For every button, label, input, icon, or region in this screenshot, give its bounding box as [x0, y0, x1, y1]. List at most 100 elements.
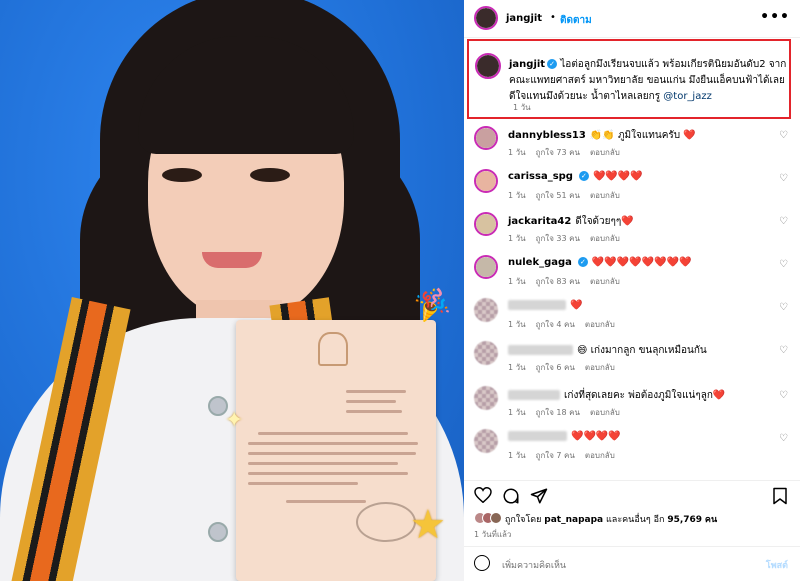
comment-row: nulek_gaga ✓ ❤️❤️❤️❤️❤️❤️❤️❤️ 1 วัน ถูกใจ 83…: [464, 253, 800, 297]
comment-meta: 1 วัน ถูกใจ 33 คน ตอบกลับ: [508, 232, 630, 245]
reply-button[interactable]: ตอบกลับ: [590, 234, 620, 243]
comment-likes[interactable]: ถูกใจ 73 คน: [536, 148, 580, 157]
follow-button[interactable]: ติดตาม: [560, 13, 592, 28]
post-time: 1 วันที่แล้ว: [474, 530, 512, 539]
comment-like-heart-icon[interactable]: ♡: [779, 130, 788, 141]
comment-like-heart-icon[interactable]: ♡: [779, 302, 788, 313]
share-icon[interactable]: [530, 487, 548, 509]
comment-time: 1 วัน: [508, 363, 526, 372]
commenter-avatar[interactable]: [474, 429, 498, 453]
commenter-username[interactable]: jackarita42: [508, 216, 571, 227]
comment-likes[interactable]: ถูกใจ 18 คน: [536, 408, 580, 417]
likers-avatars: [474, 512, 502, 527]
add-comment-bar: เพิ่มความคิดเห็น โพสต์: [464, 546, 800, 581]
commenter-avatar[interactable]: [474, 126, 498, 150]
commenter-username[interactable]: dannybless13: [508, 130, 586, 141]
sparkle-icon: ✦: [225, 408, 244, 433]
comment-row: dannybless13 👏👏 ภูมิใจแทนครับ ❤️ 1 วัน ถูกใ…: [464, 124, 800, 168]
comment-meta: 1 วัน ถูกใจ 51 คน ตอบกลับ: [508, 189, 630, 202]
blurred-username: [508, 345, 573, 355]
commenter-avatar[interactable]: [474, 341, 498, 365]
reply-button[interactable]: ตอบกลับ: [590, 277, 620, 286]
comment-text-line: ❤️❤️❤️❤️: [508, 431, 621, 442]
post-comment-button[interactable]: โพสต์: [766, 558, 788, 572]
comment-likes[interactable]: ถูกใจ 4 คน: [536, 320, 575, 329]
verified-icon: ✓: [578, 171, 589, 181]
star-icon: ★: [410, 502, 446, 548]
comment-time: 1 วัน: [508, 277, 526, 286]
author-avatar[interactable]: [474, 6, 498, 30]
action-bar: [464, 480, 800, 510]
comment-body: เก่งที่สุดเลยคะ พ่อต้องภูมิใจแน่ๆลูก❤️: [564, 390, 726, 401]
comment-row: ❤️ 1 วัน ถูกใจ 4 คน ตอบกลับ ♡: [464, 296, 800, 340]
comment-like-heart-icon[interactable]: ♡: [779, 345, 788, 356]
comment-row: jackarita42 ดีใจด้วยๆๆ❤️ 1 วัน ถูกใจ 33 คน ต…: [464, 210, 800, 254]
comment-like-heart-icon[interactable]: ♡: [779, 259, 788, 270]
commenter-avatar[interactable]: [474, 386, 498, 410]
comment-input[interactable]: เพิ่มความคิดเห็น: [502, 558, 566, 572]
separator-dot: •: [550, 12, 556, 23]
comment-like-heart-icon[interactable]: ♡: [779, 390, 788, 401]
author-username[interactable]: jangjit: [506, 13, 542, 24]
comment-body: ❤️: [570, 300, 583, 311]
comment-meta: 1 วัน ถูกใจ 83 คน ตอบกลับ: [508, 275, 630, 288]
heart-icon[interactable]: [474, 486, 492, 507]
likes-count: 95,769: [667, 515, 703, 525]
comment-like-heart-icon[interactable]: ♡: [779, 216, 788, 227]
reply-button[interactable]: ตอบกลับ: [590, 191, 620, 200]
emoji-icon[interactable]: [474, 555, 490, 571]
comment-row: ❤️❤️❤️❤️ 1 วัน ถูกใจ 7 คน ตอบกลับ ♡: [464, 427, 800, 471]
commenter-username[interactable]: carissa_spg: [508, 171, 573, 182]
commenter-avatar[interactable]: [474, 212, 498, 236]
comment-body: ดีใจด้วยๆๆ❤️: [575, 216, 634, 227]
comment-text-line: 😄 เก่งมากลูก ขนลุกเหมือนกัน: [508, 343, 707, 358]
commenter-avatar[interactable]: [474, 255, 498, 279]
caption-highlight: jangjit ✓ ไอต่อลูกมึงเรียนจบแล้ว พร้อมเกี…: [467, 39, 791, 119]
post-header: jangjit • ติดตาม •••: [464, 0, 800, 38]
comment-text-line: jackarita42 ดีใจด้วยๆๆ❤️: [508, 214, 634, 229]
caption-mention[interactable]: @tor_jazz: [663, 91, 712, 102]
comment-body: ❤️❤️❤️❤️: [571, 431, 621, 442]
comment-row: 😄 เก่งมากลูก ขนลุกเหมือนกัน 1 วัน ถูกใจ 6 …: [464, 339, 800, 383]
comment-time: 1 วัน: [508, 451, 526, 460]
comment-text-line: เก่งที่สุดเลยคะ พ่อต้องภูมิใจแน่ๆลูก❤️: [508, 388, 725, 403]
comment-text-line: nulek_gaga ✓ ❤️❤️❤️❤️❤️❤️❤️❤️: [508, 257, 692, 268]
caption-avatar[interactable]: [475, 53, 501, 79]
commenter-username[interactable]: nulek_gaga: [508, 257, 572, 268]
likes-summary[interactable]: ถูกใจโดย pat_napapa และคนอื่นๆ อีก 95,76…: [474, 512, 717, 527]
comment-likes[interactable]: ถูกใจ 51 คน: [536, 191, 580, 200]
comment-like-heart-icon[interactable]: ♡: [779, 173, 788, 184]
comment-time: 1 วัน: [508, 320, 526, 329]
reply-button[interactable]: ตอบกลับ: [585, 363, 615, 372]
caption-time: 1 วัน: [513, 103, 531, 112]
comment-time: 1 วัน: [508, 408, 526, 417]
bookmark-icon[interactable]: [772, 487, 788, 509]
reply-button[interactable]: ตอบกลับ: [585, 451, 615, 460]
caption-text: jangjit ✓ ไอต่อลูกมึงเรียนจบแล้ว พร้อมเกี…: [509, 57, 787, 105]
certificate-letter: [236, 320, 436, 581]
comment-meta: 1 วัน ถูกใจ 73 คน ตอบกลับ: [508, 146, 630, 159]
reply-button[interactable]: ตอบกลับ: [585, 320, 615, 329]
post-photo: ✦ ★ 🎉: [0, 0, 464, 581]
likes-middle: และคนอื่นๆ อีก: [606, 515, 665, 525]
comment-text-line: carissa_spg ✓ ❤️❤️❤️❤️: [508, 171, 643, 182]
commenter-avatar[interactable]: [474, 169, 498, 193]
reply-button[interactable]: ตอบกลับ: [590, 148, 620, 157]
reply-button[interactable]: ตอบกลับ: [590, 408, 620, 417]
more-icon[interactable]: •••: [760, 9, 790, 25]
comment-likes[interactable]: ถูกใจ 6 คน: [536, 363, 575, 372]
blurred-username: [508, 390, 560, 400]
comment-like-heart-icon[interactable]: ♡: [779, 433, 788, 444]
comment-likes[interactable]: ถูกใจ 7 คน: [536, 451, 575, 460]
comment-icon[interactable]: [502, 487, 520, 509]
comment-likes[interactable]: ถูกใจ 33 คน: [536, 234, 580, 243]
caption-username[interactable]: jangjit: [509, 59, 545, 70]
comment-time: 1 วัน: [508, 148, 526, 157]
likes-prefix: ถูกใจโดย: [504, 515, 542, 525]
comment-meta: 1 วัน ถูกใจ 6 คน ตอบกลับ: [508, 361, 625, 374]
comment-body: 👏👏 ภูมิใจแทนครับ ❤️: [589, 130, 696, 141]
likes-user[interactable]: pat_napapa: [544, 515, 603, 525]
comment-likes[interactable]: ถูกใจ 83 คน: [536, 277, 580, 286]
commenter-avatar[interactable]: [474, 298, 498, 322]
comment-text-line: dannybless13 👏👏 ภูมิใจแทนครับ ❤️: [508, 128, 696, 143]
